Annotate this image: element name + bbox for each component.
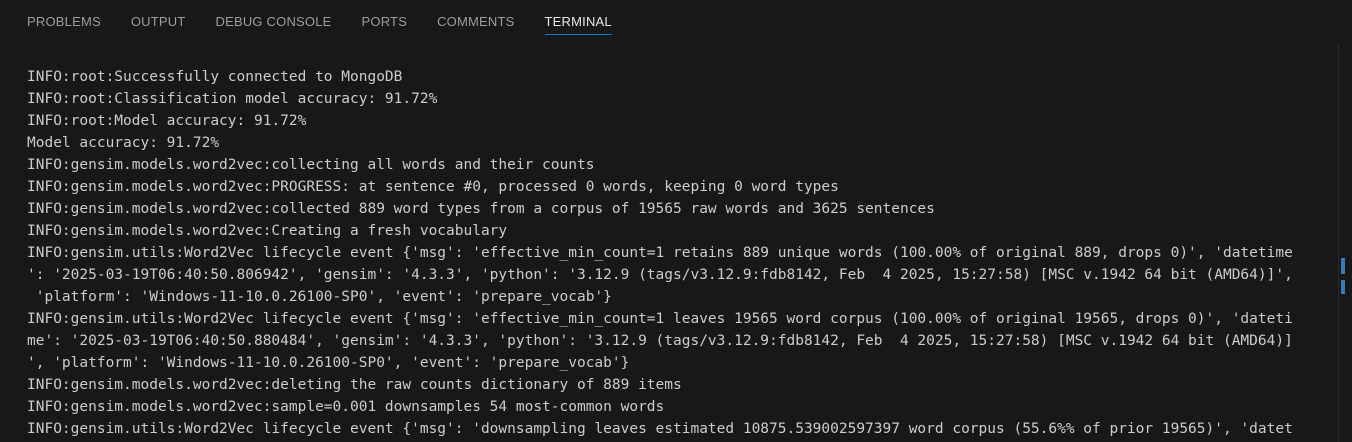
tab-terminal[interactable]: TERMINAL (544, 0, 613, 35)
tab-debug-console[interactable]: DEBUG CONSOLE (216, 0, 332, 34)
terminal-line: INFO:gensim.utils:Word2Vec lifecycle eve… (27, 311, 1293, 327)
scrollbar-marker (1341, 280, 1345, 294)
terminal-line: ', 'platform': 'Windows-11-10.0.26100-SP… (27, 355, 630, 371)
terminal-line: 'platform': 'Windows-11-10.0.26100-SP0',… (27, 289, 612, 305)
terminal-scrollbar[interactable] (1338, 44, 1352, 442)
tab-output[interactable]: OUTPUT (131, 0, 186, 34)
panel-tab-bar: PROBLEMS OUTPUT DEBUG CONSOLE PORTS COMM… (0, 0, 1352, 44)
terminal-line: INFO:root:Classification model accuracy:… (27, 91, 438, 107)
terminal-line: ': '2025-03-19T06:40:50.806942', 'gensim… (27, 267, 1293, 283)
terminal-line: INFO:root:Successfully connected to Mong… (27, 69, 403, 85)
terminal-line: INFO:gensim.utils:Word2Vec lifecycle eve… (27, 245, 1293, 261)
tab-problems[interactable]: PROBLEMS (27, 0, 101, 34)
tab-ports[interactable]: PORTS (362, 0, 408, 34)
scrollbar-marker (1341, 258, 1345, 274)
bottom-panel: PROBLEMS OUTPUT DEBUG CONSOLE PORTS COMM… (0, 0, 1352, 442)
terminal-line: INFO:gensim.models.word2vec:PROGRESS: at… (27, 179, 839, 195)
terminal-line: INFO:root:Model accuracy: 91.72% (27, 113, 307, 129)
terminal-output[interactable]: INFO:root:Successfully connected to Mong… (27, 66, 1337, 442)
terminal-line: me': '2025-03-19T06:40:50.880484', 'gens… (27, 333, 1293, 349)
terminal-line: INFO:gensim.models.word2vec:deleting the… (27, 377, 682, 393)
terminal-line: INFO:gensim.utils:Word2Vec lifecycle eve… (27, 421, 1293, 437)
terminal-line: INFO:gensim.models.word2vec:collecting a… (27, 157, 595, 173)
terminal-line: INFO:gensim.models.word2vec:sample=0.001… (27, 399, 665, 415)
tab-comments[interactable]: COMMENTS (437, 0, 514, 34)
terminal-line: INFO:gensim.models.word2vec:collected 88… (27, 201, 935, 217)
terminal-line: Model accuracy: 91.72% (27, 135, 220, 151)
terminal-line: INFO:gensim.models.word2vec:Creating a f… (27, 223, 508, 239)
